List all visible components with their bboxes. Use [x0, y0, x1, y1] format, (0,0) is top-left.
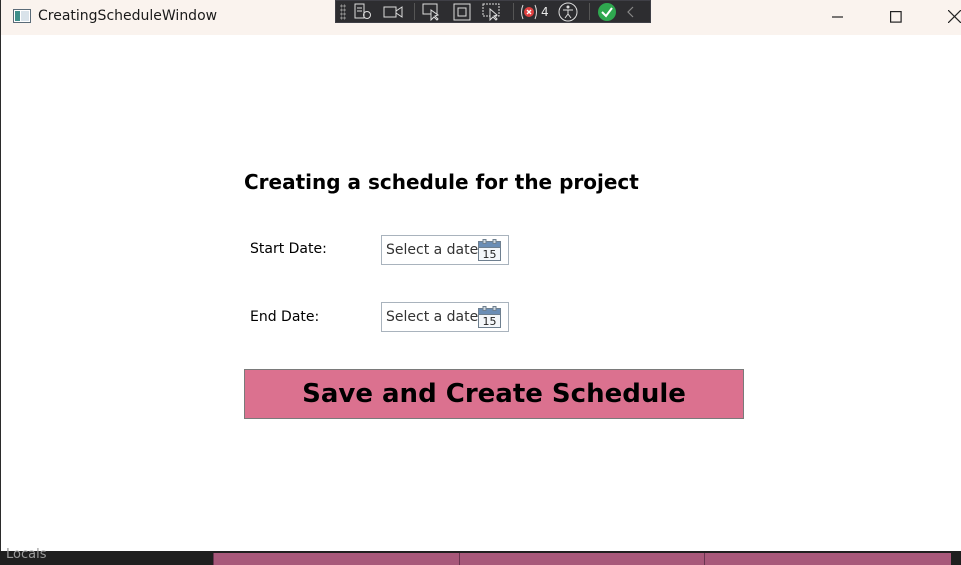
- window-title: CreatingScheduleWindow: [38, 8, 218, 24]
- minimize-icon: [832, 15, 843, 18]
- ide-bottom-panel: Locals: [0, 547, 961, 565]
- status-ok-button[interactable]: [594, 2, 620, 21]
- status-ok-icon: [597, 2, 616, 21]
- calendar-icon[interactable]: 15: [478, 306, 501, 328]
- binding-failures-button[interactable]: [518, 2, 540, 21]
- close-button[interactable]: [931, 0, 961, 33]
- collapse-toolbar-button[interactable]: [624, 2, 638, 21]
- display-layout-adorners-icon: [453, 3, 471, 20]
- end-date-label: End Date:: [250, 309, 320, 325]
- end-date-placeholder[interactable]: Select a date: [386, 309, 478, 325]
- live-visual-tree-icon: [354, 3, 371, 19]
- start-date-placeholder[interactable]: Select a date: [386, 242, 478, 258]
- start-date-label: Start Date:: [250, 241, 327, 257]
- bottom-panel-tab[interactable]: [459, 553, 705, 565]
- calendar-day-text: 15: [483, 315, 497, 328]
- xaml-debug-toolbar: 4: [335, 0, 651, 23]
- end-date-picker[interactable]: Select a date 15: [381, 302, 509, 332]
- maximize-button[interactable]: [873, 0, 919, 33]
- collapse-icon: [626, 6, 634, 17]
- live-visual-tree-button[interactable]: [350, 2, 376, 21]
- accessibility-checker-button[interactable]: [555, 2, 581, 21]
- accessibility-checker-icon: [558, 2, 578, 21]
- toolbar-separator: [588, 3, 590, 20]
- maximize-icon: [890, 10, 902, 23]
- page-heading: Creating a schedule for the project: [244, 170, 639, 194]
- start-date-picker[interactable]: Select a date 15: [381, 235, 509, 265]
- calendar-day-text: 15: [483, 248, 497, 261]
- minimize-button[interactable]: [815, 0, 861, 33]
- close-icon: [947, 10, 961, 23]
- app-window: CreatingScheduleWindow 4 Creating a sche…: [0, 0, 961, 551]
- binding-failures-count: 4: [541, 4, 549, 19]
- track-focused-element-button[interactable]: [479, 2, 505, 21]
- binding-failures-icon: [521, 4, 537, 19]
- display-layout-adorners-button[interactable]: [449, 2, 475, 21]
- record-button[interactable]: [380, 2, 406, 21]
- bottom-panel-tab[interactable]: [704, 553, 951, 565]
- app-window-icon: [13, 9, 31, 23]
- toolbar-separator: [414, 3, 415, 20]
- calendar-icon[interactable]: 15: [478, 239, 501, 261]
- select-element-icon: [422, 3, 440, 21]
- track-focused-element-icon: [482, 3, 500, 21]
- save-and-create-schedule-button[interactable]: Save and Create Schedule: [244, 369, 744, 419]
- select-element-button[interactable]: [419, 2, 445, 21]
- record-icon: [383, 5, 403, 18]
- toolbar-separator: [513, 3, 514, 20]
- bottom-panel-tab[interactable]: [213, 553, 460, 565]
- locals-tab[interactable]: Locals: [6, 547, 46, 562]
- toolbar-grip-icon[interactable]: [340, 3, 346, 20]
